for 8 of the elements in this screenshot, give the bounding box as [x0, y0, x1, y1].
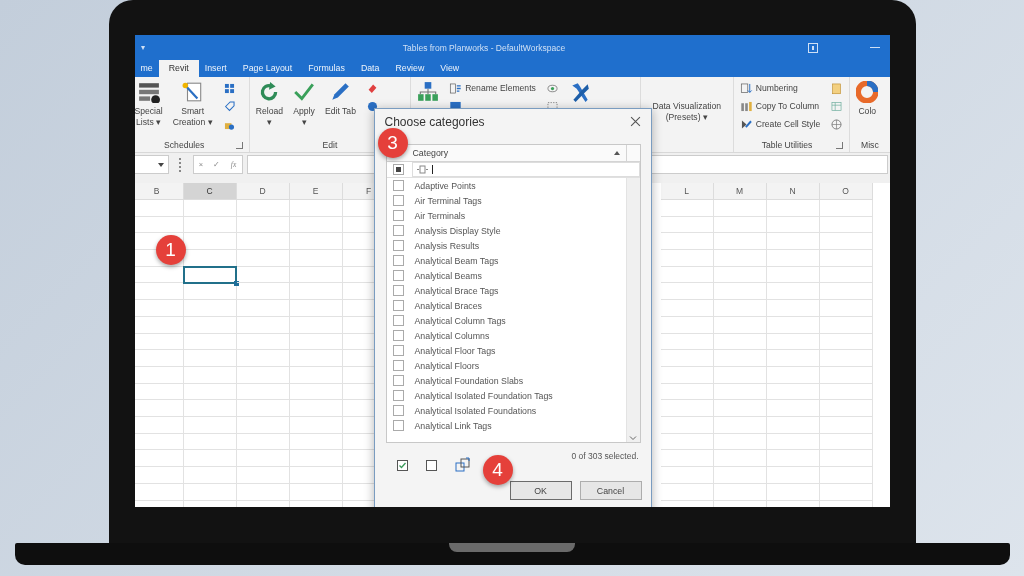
group-label: Edit	[322, 140, 338, 150]
selection-count: 0 of 303 selected.	[571, 451, 639, 461]
group-label: Table Utilities	[761, 140, 813, 150]
dialog-title: Choose categories	[384, 114, 486, 129]
step-badge: 1	[155, 235, 186, 265]
group-label: Misc	[861, 140, 879, 150]
group-label: Schedules	[164, 140, 205, 150]
window-title: Tables from Planworks - DefaultWorkspace	[401, 42, 567, 53]
